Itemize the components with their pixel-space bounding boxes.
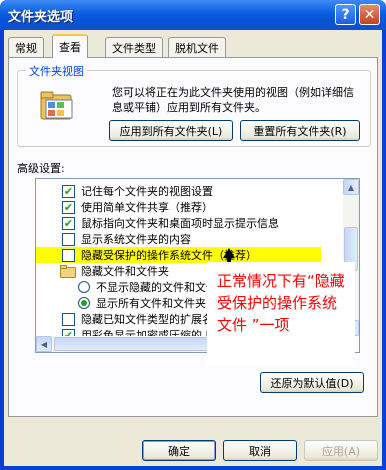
help-icon: ?	[341, 6, 350, 23]
setting-label: 显示系统文件夹的内容	[81, 233, 191, 246]
folder-options-dialog: 文件夹选项 ? ✕ 常规 查看 文件类型 脱机文件 文件夹视图 您可以将正在为此…	[0, 0, 386, 470]
apply-to-all-folders-button[interactable]: 应用到所有文件夹(L)	[109, 120, 233, 141]
scroll-left-button[interactable]: ◀	[36, 336, 52, 352]
reset-all-folders-button[interactable]: 重置所有文件夹(R)	[240, 120, 360, 141]
checkbox[interactable]: ✔	[62, 184, 75, 198]
check-icon: ✔	[63, 200, 74, 214]
scroll-up-button[interactable]: ▲	[343, 179, 359, 195]
folder-views-legend: 文件夹视图	[26, 63, 87, 79]
close-icon: ✕	[363, 6, 376, 23]
checkbox[interactable]	[62, 232, 75, 246]
setting-show-system-folder-contents[interactable]: 显示系统文件夹的内容	[62, 231, 359, 247]
cancel-button[interactable]: 取消	[223, 440, 297, 461]
setting-label: 显示所有文件和文件夹	[96, 297, 206, 310]
checkbox[interactable]: ✔	[62, 200, 75, 214]
radio-button[interactable]	[78, 297, 90, 309]
dialog-body: 常规 查看 文件类型 脱机文件 文件夹视图 您可以将正在为此文件夹使用的视图（例…	[4, 30, 382, 466]
setting-label: 隐藏已知文件类型的扩展名	[81, 313, 213, 326]
setting-simple-sharing[interactable]: ✔ 使用简单文件共享（推荐）	[62, 199, 359, 215]
checkbox[interactable]	[62, 312, 75, 326]
folder-icon	[60, 264, 76, 278]
folder-views-group: 文件夹视图 您可以将正在为此文件夹使用的视图（例如详细信息或平铺）应用到所有文件…	[17, 63, 371, 147]
setting-label: 隐藏文件和文件夹	[81, 265, 169, 278]
scroll-up-icon: ▲	[347, 182, 355, 192]
setting-show-tooltips[interactable]: ✔ 鼠标指向文件夹和桌面项时显示提示信息	[62, 215, 359, 231]
scroll-left-icon: ◀	[40, 339, 48, 349]
annotation-note: 正常情况下有“隐藏受保护的操作系统文件 ”一项	[207, 262, 355, 366]
setting-label: 鼠标指向文件夹和桌面项时显示提示信息	[81, 217, 279, 230]
tab-general[interactable]: 常规	[8, 37, 44, 57]
checkbox[interactable]: ✔	[62, 216, 75, 230]
folder-views-description: 您可以将正在为此文件夹使用的视图（例如详细信息或平铺）应用到所有文件夹。	[112, 86, 354, 114]
window-title: 文件夹选项	[8, 10, 74, 25]
tab-view[interactable]: 查看	[52, 34, 88, 58]
check-icon: ✔	[63, 184, 74, 198]
ok-button[interactable]: 确定	[142, 440, 216, 461]
radio-dot-icon	[81, 300, 87, 306]
tab-file-types[interactable]: 文件类型	[105, 37, 163, 57]
setting-hide-protected-os-files[interactable]: 隐藏受保护的操作系统文件（推荐）	[36, 247, 321, 263]
checkbox[interactable]	[62, 248, 75, 262]
folder-views-icon	[40, 91, 73, 120]
advanced-settings-label: 高级设置:	[17, 162, 65, 175]
tab-offline-files[interactable]: 脱机文件	[168, 37, 226, 57]
help-button[interactable]: ?	[335, 4, 356, 25]
close-button[interactable]: ✕	[359, 4, 380, 25]
restore-defaults-button[interactable]: 还原为默认值(D)	[260, 372, 364, 393]
title-bar[interactable]: 文件夹选项 ? ✕	[0, 0, 386, 30]
apply-button[interactable]: 应用(A)	[304, 440, 378, 461]
setting-label: 记住每个文件夹的视图设置	[81, 185, 213, 198]
setting-label: 使用简单文件共享（推荐）	[81, 201, 213, 214]
check-icon: ✔	[63, 216, 74, 230]
setting-remember-view[interactable]: ✔ 记住每个文件夹的视图设置	[62, 183, 359, 199]
radio-button[interactable]	[78, 281, 90, 293]
